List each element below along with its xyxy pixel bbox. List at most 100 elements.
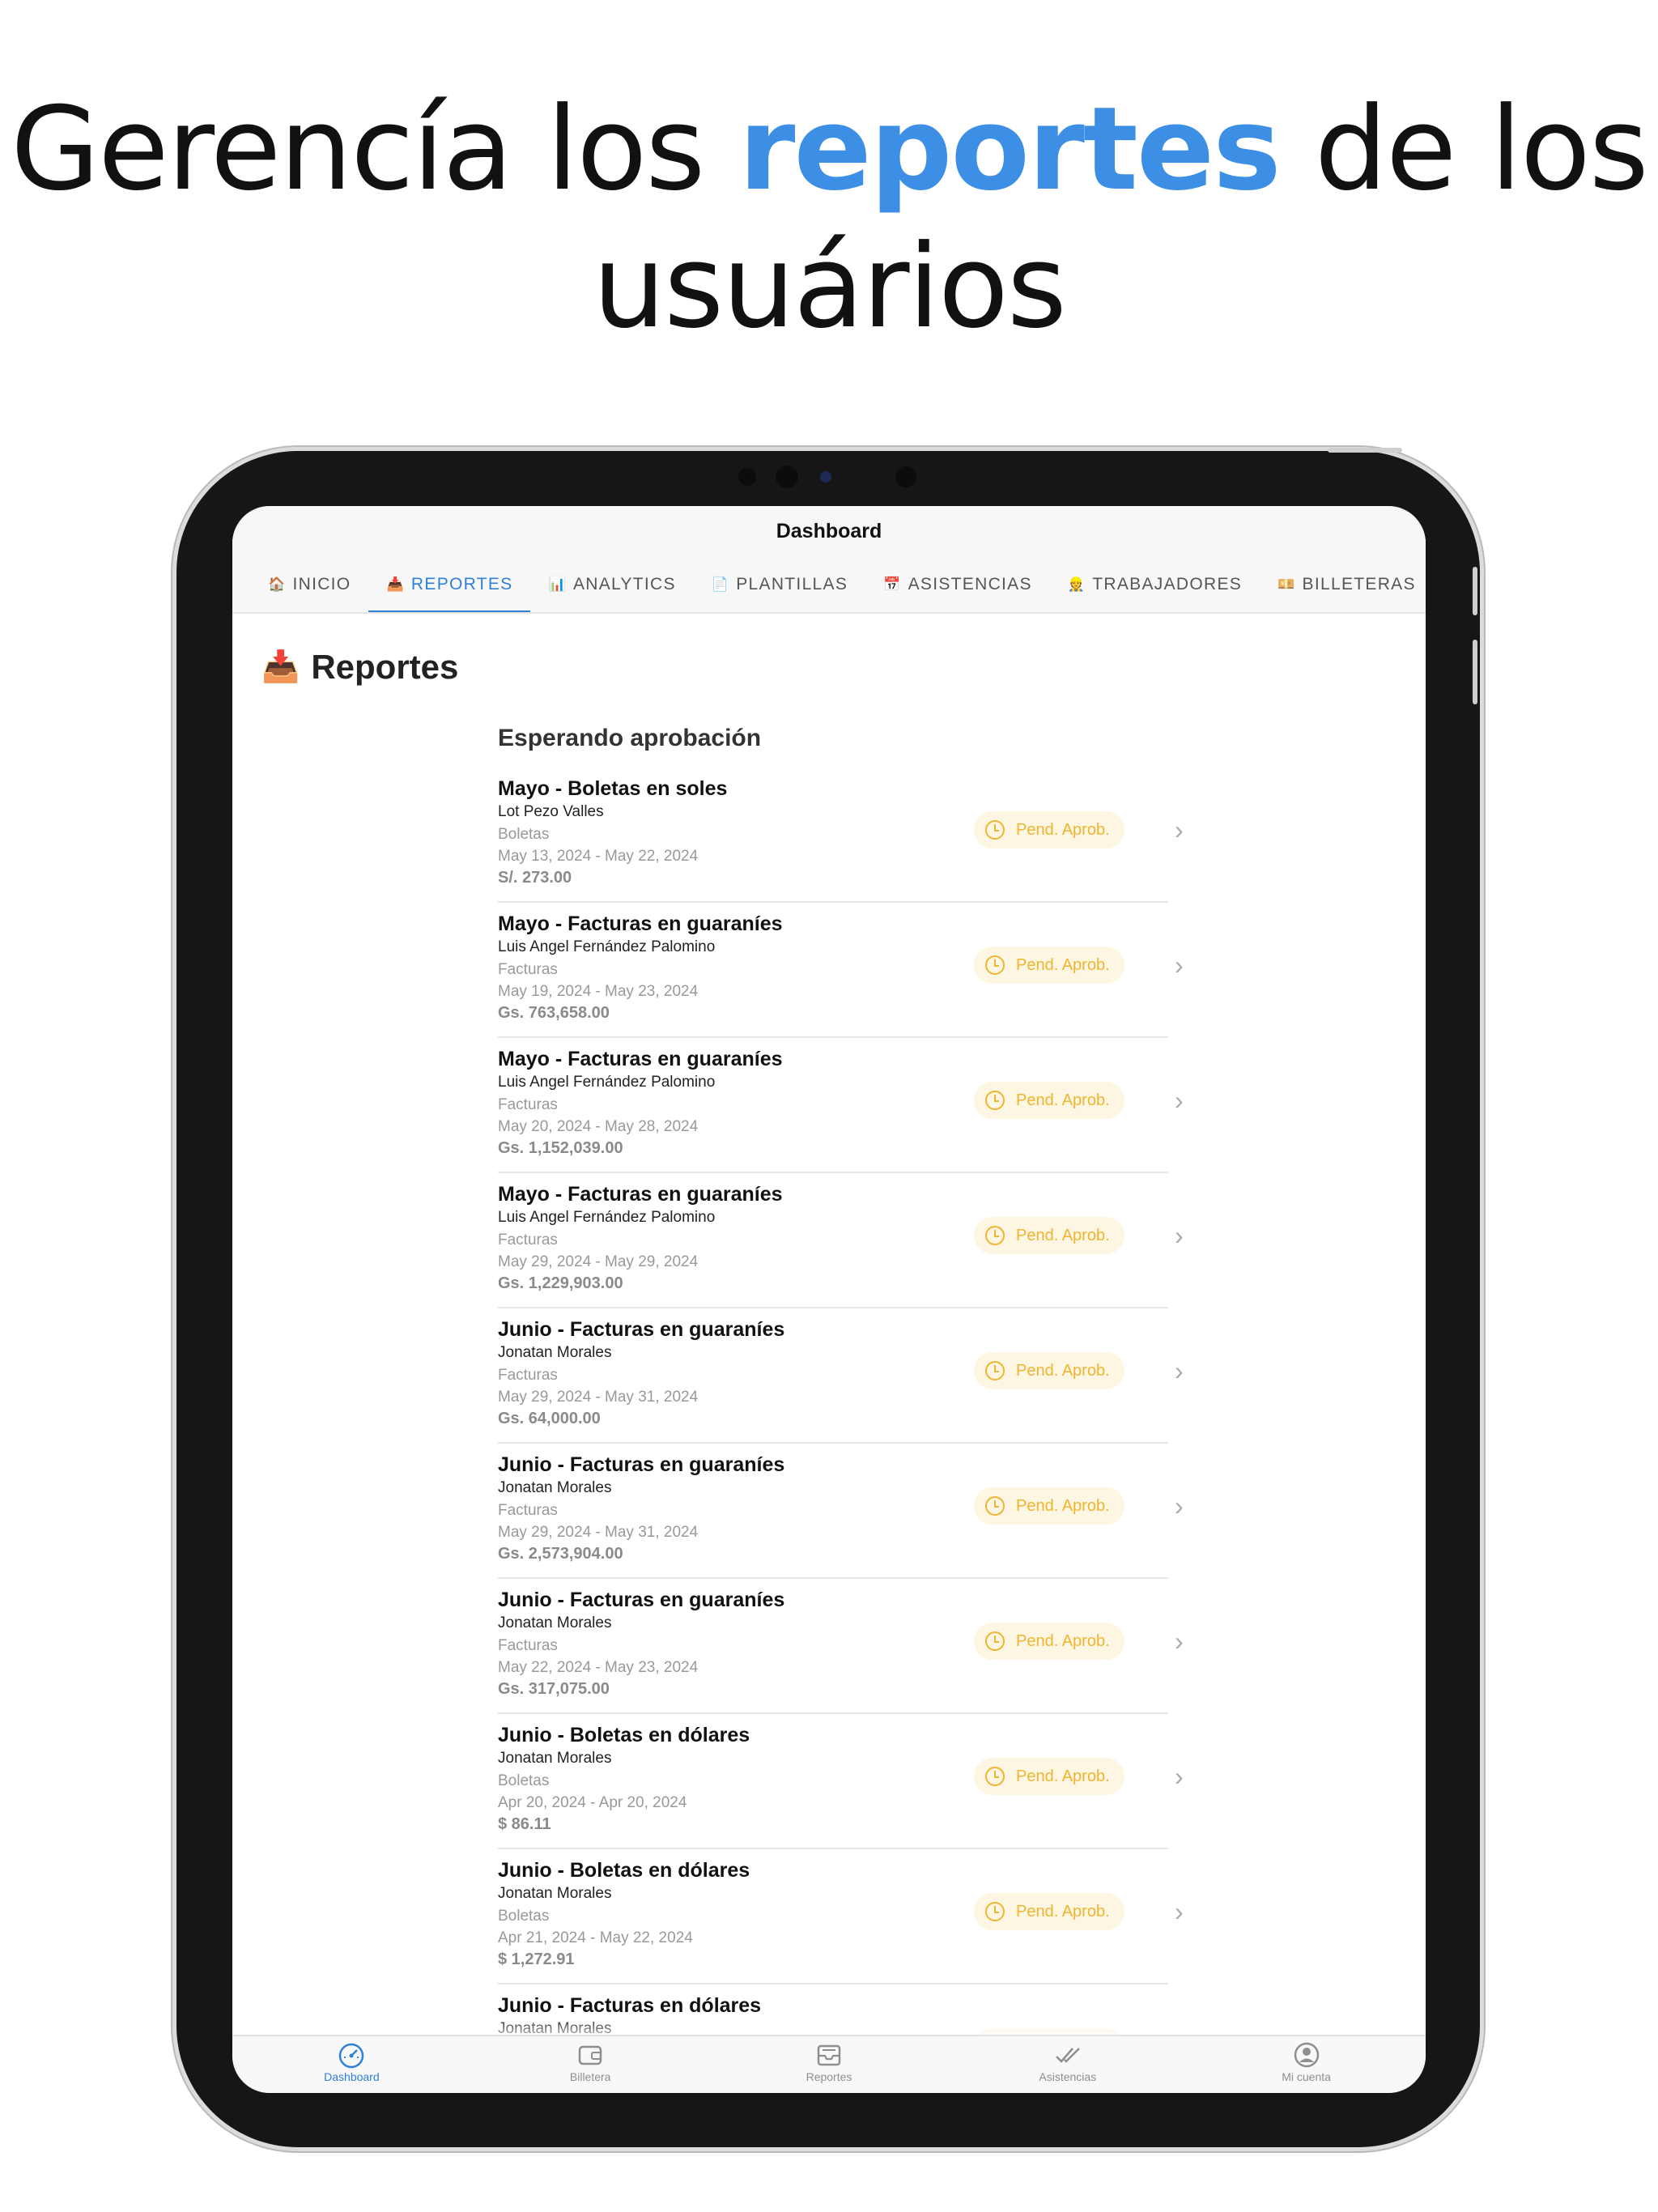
clock-icon — [985, 1091, 1005, 1110]
inbox-tray-icon: 📥 — [261, 650, 300, 684]
tab-plantillas[interactable]: 📄 PLANTILLAS — [694, 556, 865, 612]
clock-icon — [985, 1361, 1005, 1380]
tab-trabajadores[interactable]: 👷 TRABAJADORES — [1050, 556, 1260, 612]
bottom-tab-billetera[interactable]: Billetera — [471, 2036, 710, 2093]
clock-icon — [985, 820, 1005, 840]
report-user: Jonatan Morales — [498, 1885, 612, 1902]
report-type: Boletas — [498, 826, 550, 843]
bottom-tab-dashboard[interactable]: Dashboard — [232, 2036, 471, 2093]
report-amount: Gs. 64,000.00 — [498, 1410, 601, 1427]
bottom-tab-label: Reportes — [806, 2070, 852, 2083]
headline-text-end: de los — [1279, 83, 1649, 216]
status-badge: Pend. Aprob. — [974, 1487, 1124, 1525]
report-title: Junio - Facturas en guaraníes — [498, 1589, 785, 1611]
tab-label: REPORTES — [410, 574, 513, 593]
report-user: Jonatan Morales — [498, 1344, 612, 1361]
report-dates: May 22, 2024 - May 23, 2024 — [498, 1659, 699, 1676]
tab-inicio[interactable]: 🏠 INICIO — [250, 556, 368, 612]
report-row[interactable]: Junio - Facturas en guaraníes Jonatan Mor… — [498, 1444, 1184, 1579]
status-badge-label: Pend. Aprob. — [1016, 820, 1110, 839]
tab-reportes[interactable]: 📥 REPORTES — [368, 556, 531, 612]
page-title-text: Reportes — [311, 648, 459, 686]
report-amount: Gs. 1,229,903.00 — [498, 1274, 623, 1292]
report-type: Boletas — [498, 1908, 550, 1925]
reports-content[interactable]: 📥 Reportes Esperando aprobación Mayo - B… — [232, 614, 1426, 2045]
tray-icon — [710, 2041, 949, 2069]
nav-title: Dashboard — [232, 506, 1426, 556]
report-dates: May 20, 2024 - May 28, 2024 — [498, 1118, 699, 1135]
bottom-tab-asistencias[interactable]: Asistencias — [948, 2036, 1187, 2093]
volume-up-button — [1473, 567, 1477, 615]
status-badge-label: Pend. Aprob. — [1016, 1226, 1110, 1244]
tab-label: TRABAJADORES — [1092, 574, 1243, 593]
report-title: Mayo - Facturas en guaraníes — [498, 912, 783, 935]
report-type: Facturas — [498, 1502, 558, 1519]
tab-icon: 📊 — [548, 576, 567, 592]
tab-label: BILLETERAS — [1302, 574, 1416, 593]
report-row[interactable]: Junio - Boletas en dólares Jonatan Morale… — [498, 1849, 1184, 1984]
tab-billeteras[interactable]: 💴 BILLETERAS — [1260, 556, 1426, 612]
status-badge-label: Pend. Aprob. — [1016, 1496, 1110, 1515]
tab-label: ASISTENCIAS — [908, 574, 1032, 593]
report-row[interactable]: Mayo - Boletas en soles Lot Pezo Valles Bo… — [498, 768, 1184, 903]
report-user: Lot Pezo Valles — [498, 803, 604, 820]
clock-icon — [985, 1496, 1005, 1516]
volume-down-button — [1473, 640, 1477, 704]
report-user: Luis Angel Fernández Palomino — [498, 938, 716, 955]
chevron-right-icon: › — [1175, 1897, 1184, 1926]
tab-icon: 📅 — [883, 576, 902, 592]
status-badge-label: Pend. Aprob. — [1016, 955, 1110, 974]
status-badge: Pend. Aprob. — [974, 1082, 1124, 1119]
tab-label: INICIO — [292, 574, 351, 593]
tab-icon: 📥 — [386, 576, 405, 592]
tab-analytics[interactable]: 📊 ANALYTICS — [530, 556, 693, 612]
report-row[interactable]: Mayo - Facturas en guaraníes Luis Angel F… — [498, 1038, 1184, 1173]
tab-icon: 📄 — [711, 576, 730, 592]
status-badge: Pend. Aprob. — [974, 1352, 1124, 1389]
double-check-icon — [948, 2041, 1187, 2069]
report-row[interactable]: Junio - Boletas en dólares Jonatan Morale… — [498, 1714, 1184, 1849]
report-dates: May 19, 2024 - May 23, 2024 — [498, 983, 699, 1000]
clock-icon — [985, 1767, 1005, 1786]
status-badge: Pend. Aprob. — [974, 1623, 1124, 1660]
clock-icon — [985, 1902, 1005, 1921]
clock-icon — [985, 955, 1005, 975]
report-amount: Gs. 317,075.00 — [498, 1680, 610, 1698]
status-badge-label: Pend. Aprob. — [1016, 1767, 1110, 1785]
tab-asistencias[interactable]: 📅 ASISTENCIAS — [865, 556, 1050, 612]
wallet-icon — [471, 2041, 710, 2069]
bottom-tab-reportes[interactable]: Reportes — [710, 2036, 949, 2093]
report-dates: May 29, 2024 - May 29, 2024 — [498, 1253, 699, 1270]
report-title: Junio - Boletas en dólares — [498, 1859, 750, 1882]
top-tab-bar: 🏠 INICIO 📥 REPORTES 📊 ANALYTICS 📄 PLANTILLAS 📅 AS… — [232, 556, 1426, 614]
bottom-tab-label: Mi cuenta — [1282, 2070, 1331, 2083]
report-row[interactable]: Junio - Facturas en guaraníes Jonatan Mor… — [498, 1308, 1184, 1444]
report-type: Facturas — [498, 961, 558, 978]
report-dates: May 13, 2024 - May 22, 2024 — [498, 848, 699, 865]
report-user: Luis Angel Fernández Palomino — [498, 1074, 716, 1091]
report-user: Jonatan Morales — [498, 1614, 612, 1631]
report-row[interactable]: Junio - Facturas en guaraníes Jonatan Mor… — [498, 1579, 1184, 1714]
chevron-right-icon: › — [1175, 1086, 1184, 1115]
bottom-tab-mi-cuenta[interactable]: Mi cuenta — [1187, 2036, 1426, 2093]
report-row[interactable]: Mayo - Facturas en guaraníes Luis Angel F… — [498, 1173, 1184, 1308]
report-type: Boletas — [498, 1772, 550, 1789]
tab-icon: 💴 — [1278, 576, 1296, 592]
tab-label: ANALYTICS — [572, 574, 676, 593]
report-row[interactable]: Mayo - Facturas en guaraníes Luis Angel F… — [498, 903, 1184, 1038]
power-button — [1328, 448, 1402, 453]
report-title: Junio - Facturas en guaraníes — [498, 1318, 785, 1341]
app-screen: Dashboard 🏠 INICIO 📥 REPORTES 📊 ANALYTICS 📄 PLA… — [232, 506, 1426, 2093]
report-title: Junio - Facturas en dólares — [498, 1994, 762, 2017]
report-amount: Gs. 763,658.00 — [498, 1004, 610, 1022]
section-title: Esperando aprobación — [498, 725, 762, 751]
clock-icon — [985, 1226, 1005, 1245]
report-dates: Apr 20, 2024 - Apr 20, 2024 — [498, 1794, 687, 1811]
status-badge-label: Pend. Aprob. — [1016, 1361, 1110, 1380]
report-type: Facturas — [498, 1637, 558, 1654]
chevron-right-icon: › — [1175, 1762, 1184, 1791]
status-badge: Pend. Aprob. — [974, 1217, 1124, 1254]
tab-icon: 🏠 — [268, 576, 287, 592]
tab-label: PLANTILLAS — [736, 574, 848, 593]
report-amount: $ 86.11 — [498, 1815, 551, 1833]
